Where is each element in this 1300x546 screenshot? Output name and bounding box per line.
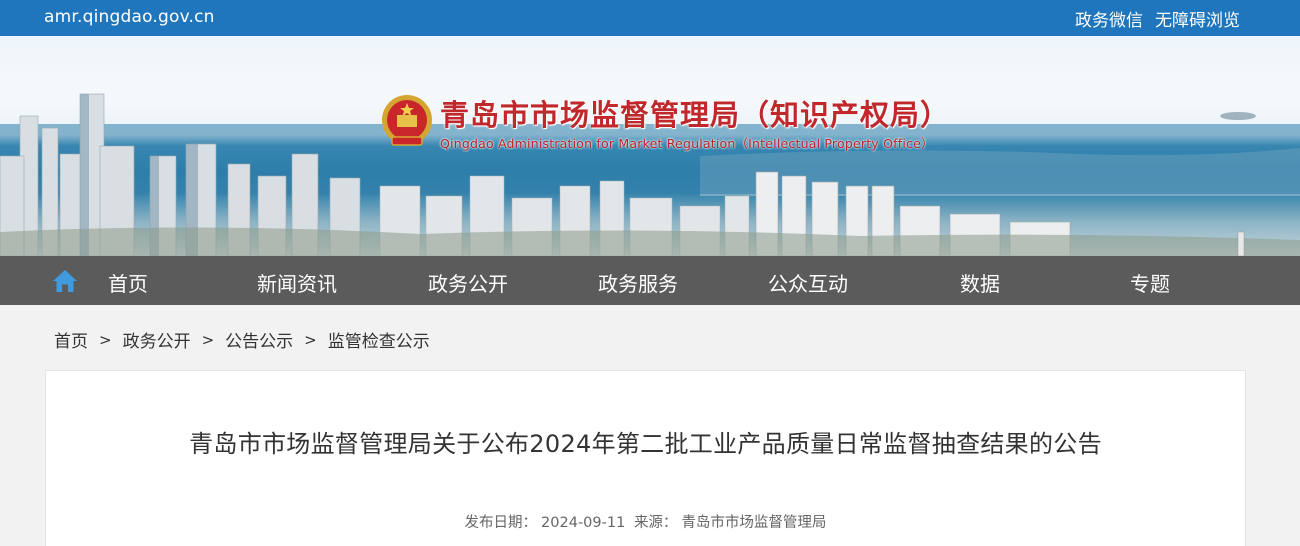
- national-emblem-icon: [380, 93, 434, 151]
- nav-item-gov-affairs[interactable]: 政务公开: [428, 268, 508, 297]
- nav-item-news[interactable]: 新闻资讯: [257, 268, 337, 297]
- nav-item-public-interaction[interactable]: 公众互动: [768, 268, 848, 297]
- breadcrumb-announcements[interactable]: 公告公示: [225, 327, 293, 352]
- breadcrumb-home[interactable]: 首页: [54, 327, 88, 352]
- breadcrumb-gov-affairs[interactable]: 政务公开: [123, 327, 191, 352]
- article-meta: 发布日期： 2024-09-11 来源： 青岛市市场监督管理局: [46, 511, 1245, 532]
- accessibility-link[interactable]: 无障碍浏览: [1155, 6, 1240, 31]
- nav-item-home[interactable]: 首页: [108, 268, 148, 297]
- site-title: 青岛市市场监督管理局（知识产权局）: [440, 98, 951, 132]
- nav-item-gov-services[interactable]: 政务服务: [598, 268, 678, 297]
- breadcrumb-separator: >: [99, 330, 112, 349]
- site-domain: amr.qingdao.gov.cn: [44, 7, 215, 27]
- source-label: 来源：: [633, 515, 678, 531]
- nav-item-data[interactable]: 数据: [960, 268, 1000, 297]
- top-bar: amr.qingdao.gov.cn 政务微信 无障碍浏览: [0, 0, 1300, 36]
- main-nav: 首页 新闻资讯 政务公开 政务服务 公众互动 数据 专题: [0, 256, 1300, 305]
- date-label: 发布日期：: [464, 515, 538, 531]
- home-icon[interactable]: [52, 269, 78, 293]
- breadcrumb-separator: >: [304, 330, 317, 349]
- publish-date: 2024-09-11: [541, 515, 626, 531]
- header-banner: 青岛市市场监督管理局（知识产权局） Qingdao Administration…: [0, 36, 1300, 256]
- breadcrumb: 首页 > 政务公开 > 公告公示 > 监管检查公示: [54, 327, 430, 353]
- wechat-link[interactable]: 政务微信: [1075, 6, 1143, 31]
- article-card: 青岛市市场监督管理局关于公布2024年第二批工业产品质量日常监督抽查结果的公告 …: [45, 370, 1246, 546]
- breadcrumb-inspection-notices[interactable]: 监管检查公示: [328, 327, 430, 352]
- breadcrumb-separator: >: [201, 330, 215, 349]
- site-subtitle: Qingdao Administration for Market Regula…: [440, 136, 934, 151]
- top-links: 政务微信 无障碍浏览: [1075, 6, 1240, 31]
- article-source: 青岛市市场监督管理局: [681, 515, 827, 531]
- article-title: 青岛市市场监督管理局关于公布2024年第二批工业产品质量日常监督抽查结果的公告: [189, 430, 1102, 458]
- nav-item-topics[interactable]: 专题: [1130, 268, 1170, 297]
